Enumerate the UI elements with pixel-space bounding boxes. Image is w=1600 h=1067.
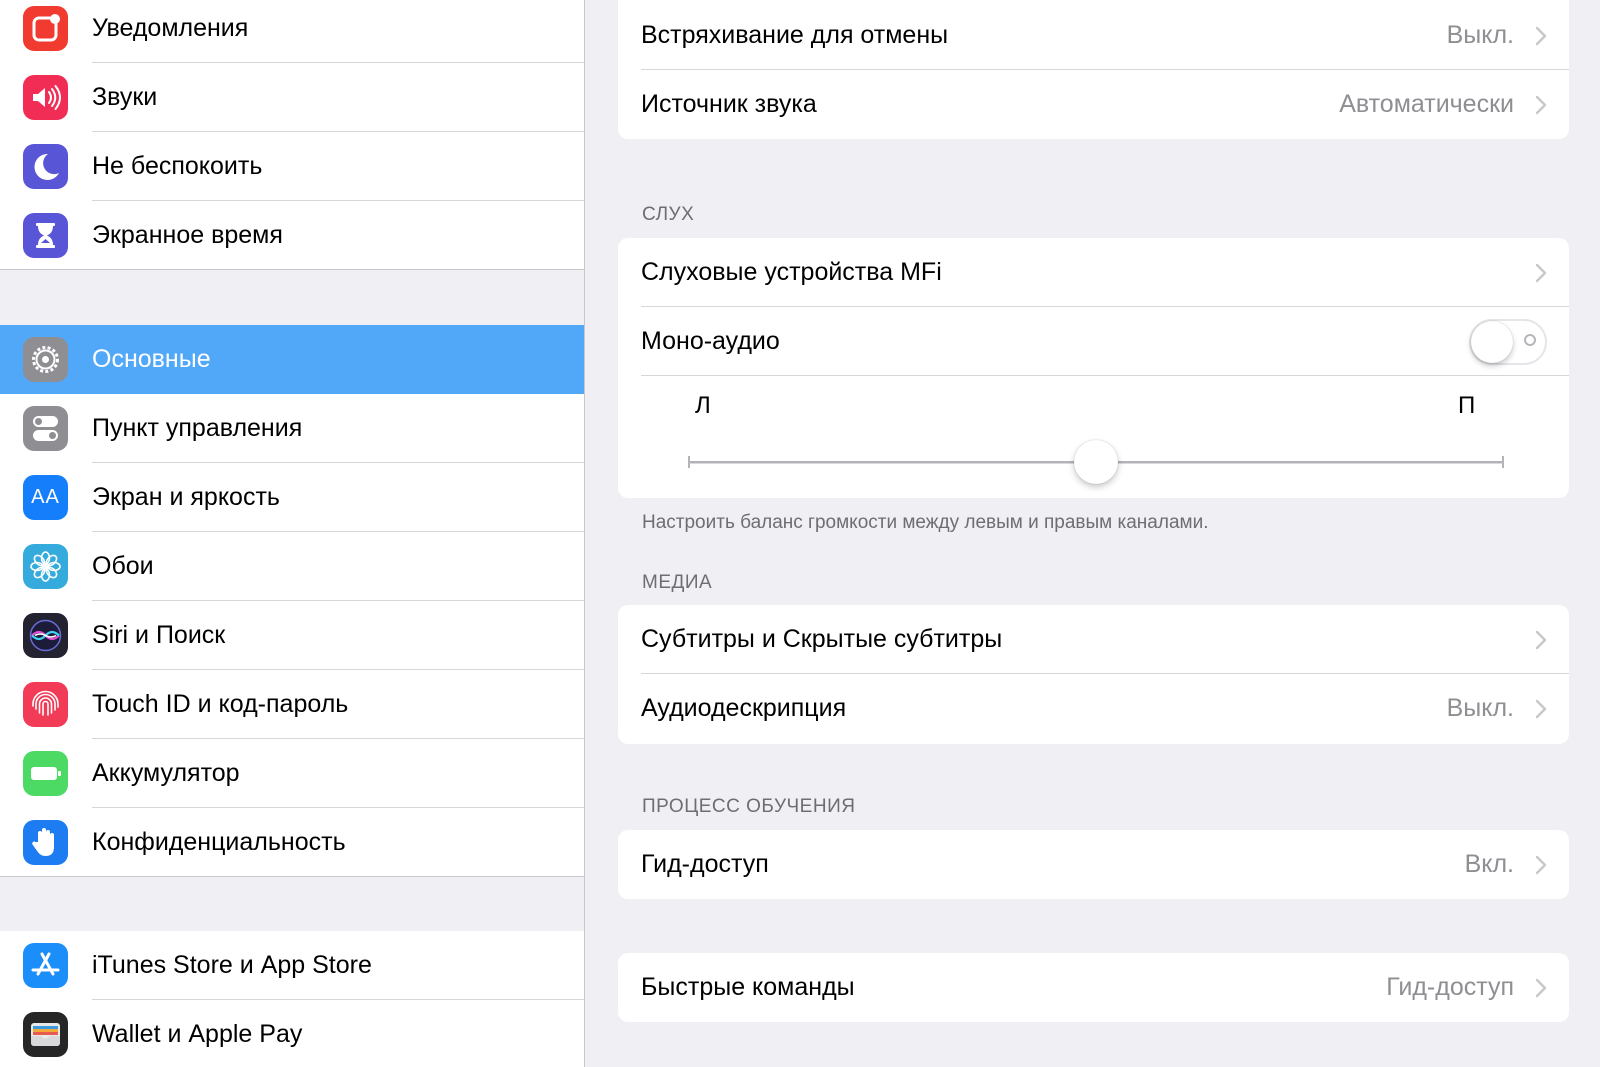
subtitles-row[interactable]: Субтитры и Скрытые субтитры [618, 605, 1569, 674]
detail-pane: Встряхивание для отмены Выкл. Источник з… [585, 0, 1600, 1067]
chevron-right-icon [1535, 855, 1547, 875]
sounds-icon [23, 75, 68, 120]
sidebar-item-label: Не беспокоить [92, 152, 263, 180]
guided-access-value: Вкл. [1464, 850, 1514, 878]
audio-routing-label: Источник звука [641, 90, 817, 118]
sidebar-item-label: Звуки [92, 83, 158, 111]
sidebar-item-wallpaper[interactable]: Обои [0, 532, 584, 601]
sidebar-item-battery[interactable]: Аккумулятор [0, 739, 584, 808]
wallet-icon [23, 1012, 68, 1057]
settings-sidebar: Уведомления Звуки Не беспокоить Экранное… [0, 0, 585, 1067]
sidebar-item-do-not-disturb[interactable]: Не беспокоить [0, 132, 584, 201]
hearing-section-header: СЛУХ [642, 204, 695, 225]
accessibility-shortcut-label: Быстрые команды [641, 973, 855, 1001]
mono-audio-row: Моно-аудио [618, 307, 1569, 376]
group-bottom-edge [0, 269, 584, 270]
mono-audio-label: Моно-аудио [641, 327, 780, 355]
learning-section-header: ПРОЦЕСС ОБУЧЕНИЯ [642, 796, 856, 817]
hearing-card: Слуховые устройства MFi Моно-аудио Л П [618, 238, 1569, 498]
fingerprint-icon [23, 682, 68, 727]
chevron-right-icon [1535, 263, 1547, 283]
media-section-header: МЕДИА [642, 572, 713, 593]
siri-icon [23, 613, 68, 658]
sidebar-item-label: Уведомления [92, 14, 249, 42]
shake-to-undo-value: Выкл. [1446, 21, 1514, 49]
sidebar-item-label: Конфиденциальность [92, 828, 346, 856]
sidebar-item-label: Touch ID и код-пароль [92, 690, 349, 718]
sidebar-item-siri-search[interactable]: Siri и Поиск [0, 601, 584, 670]
sidebar-item-label: Экран и яркость [92, 483, 280, 511]
sidebar-item-label: Wallet и Apple Pay [92, 1020, 303, 1048]
sidebar-item-privacy[interactable]: Конфиденциальность [0, 808, 584, 877]
sidebar-item-display-brightness[interactable]: AA Экран и яркость [0, 463, 584, 532]
learning-card: Гид-доступ Вкл. [618, 830, 1569, 899]
group-bottom-edge [0, 876, 584, 877]
accessibility-shortcut-card: Быстрые команды Гид-доступ [618, 953, 1569, 1022]
interaction-card: Встряхивание для отмены Выкл. Источник з… [618, 0, 1569, 139]
mfi-hearing-devices-row[interactable]: Слуховые устройства MFi [618, 238, 1569, 307]
toggle-off-indicator-icon [1524, 334, 1536, 346]
display-icon-glyph: AA [31, 486, 60, 508]
toggle-knob [1471, 321, 1513, 363]
chevron-right-icon [1535, 26, 1547, 46]
chevron-right-icon [1535, 95, 1547, 115]
shake-to-undo-row[interactable]: Встряхивание для отмены Выкл. [618, 1, 1569, 70]
sidebar-item-itunes-app-store[interactable]: iTunes Store и App Store [0, 931, 584, 1000]
balance-slider-thumb[interactable] [1074, 440, 1118, 484]
audio-descriptions-value: Выкл. [1446, 694, 1514, 722]
sidebar-item-general[interactable]: Основные [0, 325, 584, 394]
moon-icon [23, 144, 68, 189]
sidebar-item-label: Siri и Поиск [92, 621, 226, 649]
mono-audio-toggle[interactable] [1469, 319, 1547, 365]
hourglass-icon [23, 213, 68, 258]
sidebar-item-label: Основные [92, 345, 211, 373]
sidebar-item-label: Пункт управления [92, 414, 303, 442]
sidebar-item-control-center[interactable]: Пункт управления [0, 394, 584, 463]
sidebar-group-2: Основные Пункт управления AA Экран и ярк… [0, 325, 584, 877]
accessibility-shortcut-value: Гид-доступ [1386, 973, 1514, 1001]
chevron-right-icon [1535, 630, 1547, 650]
sidebar-item-sounds[interactable]: Звуки [0, 63, 584, 132]
accessibility-shortcut-row[interactable]: Быстрые команды Гид-доступ [618, 953, 1569, 1022]
control-center-icon [23, 406, 68, 451]
sidebar-item-wallet[interactable]: Wallet и Apple Pay [0, 1000, 584, 1067]
sidebar-item-touch-id[interactable]: Touch ID и код-пароль [0, 670, 584, 739]
sidebar-item-label: iTunes Store и App Store [92, 951, 372, 979]
sidebar-item-label: Экранное время [92, 221, 283, 249]
shake-to-undo-label: Встряхивание для отмены [641, 21, 949, 49]
hand-icon [23, 820, 68, 865]
audio-descriptions-row[interactable]: Аудиодескрипция Выкл. [618, 674, 1569, 743]
sidebar-item-screen-time[interactable]: Экранное время [0, 201, 584, 270]
app-store-icon [23, 943, 68, 988]
row-separator [641, 375, 1569, 376]
subtitles-label: Субтитры и Скрытые субтитры [641, 625, 1003, 653]
sidebar-item-notifications[interactable]: Уведомления [0, 0, 584, 63]
sidebar-item-label: Аккумулятор [92, 759, 240, 787]
balance-right-label: П [1458, 392, 1476, 419]
audio-descriptions-label: Аудиодескрипция [641, 694, 847, 722]
audio-routing-row[interactable]: Источник звука Автоматически [618, 70, 1569, 139]
sidebar-group-3: iTunes Store и App Store Wallet и Apple … [0, 931, 584, 1067]
guided-access-label: Гид-доступ [641, 850, 769, 878]
media-card: Субтитры и Скрытые субтитры Аудиодескрип… [618, 605, 1569, 744]
balance-footer-note: Настроить баланс громкости между левым и… [642, 512, 1209, 533]
chevron-right-icon [1535, 978, 1547, 998]
chevron-right-icon [1535, 699, 1547, 719]
battery-icon [23, 751, 68, 796]
guided-access-row[interactable]: Гид-доступ Вкл. [618, 830, 1569, 899]
display-icon: AA [23, 475, 68, 520]
wallpaper-flower-icon [23, 544, 68, 589]
sidebar-group-1: Уведомления Звуки Не беспокоить Экранное… [0, 0, 584, 270]
balance-left-label: Л [695, 392, 711, 419]
audio-routing-value: Автоматически [1339, 90, 1514, 118]
gear-icon [23, 337, 68, 382]
notifications-icon [23, 6, 68, 51]
sidebar-item-label: Обои [92, 552, 154, 580]
mfi-hearing-devices-label: Слуховые устройства MFi [641, 258, 942, 286]
